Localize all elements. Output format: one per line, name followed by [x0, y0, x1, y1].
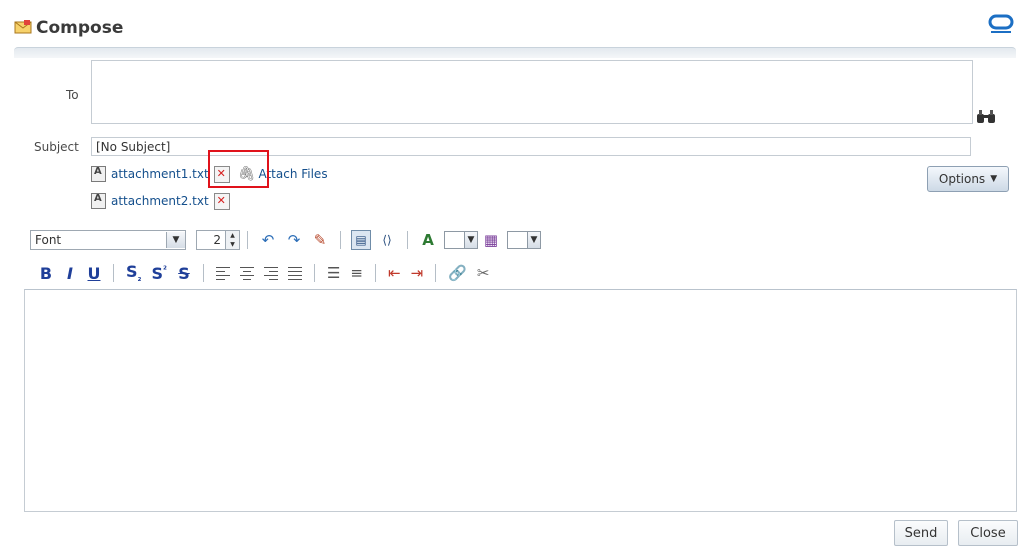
toolbar-separator — [113, 264, 114, 282]
text-color-picker[interactable]: ▼ — [444, 231, 478, 249]
toolbar-separator — [435, 264, 437, 282]
send-label: Send — [904, 525, 938, 541]
close-label: Close — [970, 525, 1006, 541]
link-icon[interactable]: 🔗 — [448, 264, 467, 282]
remove-attachment-icon[interactable] — [213, 192, 230, 210]
toolbar-separator — [340, 231, 341, 249]
to-label: To — [66, 88, 79, 102]
undo-icon[interactable]: ↶ — [258, 230, 278, 250]
subscript-button[interactable]: S₂ — [126, 262, 141, 284]
toolbar-separator — [313, 264, 315, 282]
outdent-icon[interactable]: ⇤ — [388, 264, 401, 282]
subscript-label: S — [126, 261, 138, 281]
clear-formatting-icon[interactable]: ✎ — [310, 230, 330, 250]
subject-label: Subject — [34, 140, 79, 154]
attachment-link[interactable]: attachment2.txt — [111, 194, 209, 208]
rich-text-toolbar-top: Font ▼ 2 ▲ ▼ ↶ ↷ ✎ ▤ ⟨⟩ A ▼ ▦ ▼ — [30, 228, 541, 252]
file-icon — [91, 193, 106, 209]
bulleted-list-icon[interactable]: ☰ — [327, 264, 340, 282]
superscript-2-glyph: ² — [163, 265, 167, 276]
compose-envelope-icon — [14, 19, 32, 38]
subject-value: [No Subject] — [96, 140, 171, 154]
align-justify-icon[interactable] — [287, 266, 302, 280]
source-code-mode-icon[interactable]: ⟨⟩ — [377, 230, 397, 250]
spinner-arrows-icon[interactable]: ▲ ▼ — [225, 231, 239, 249]
background-color-icon[interactable]: ▦ — [481, 230, 501, 250]
send-button[interactable]: Send — [894, 520, 948, 546]
attachment-item: attachment2.txt — [91, 192, 230, 210]
rich-text-toolbar-bottom: B I U S₂ S² S ☰ ≡ ⇤ ⇥ 🔗 ✂ — [34, 262, 494, 284]
font-size-spinner[interactable]: 2 ▲ ▼ — [196, 230, 240, 250]
header-divider — [14, 47, 1016, 58]
strikethrough-button[interactable]: S — [177, 264, 191, 283]
toolbar-separator — [375, 264, 376, 282]
chevron-down-icon[interactable]: ▼ — [166, 232, 185, 248]
underline-button[interactable]: U — [87, 264, 101, 283]
redo-icon[interactable]: ↷ — [284, 230, 304, 250]
bold-button[interactable]: B — [39, 264, 53, 283]
toolbar-separator — [407, 231, 408, 249]
subscript-2-glyph: ₂ — [137, 274, 142, 285]
unlink-icon[interactable]: ✂ — [477, 264, 490, 282]
chevron-down-icon[interactable]: ▼ — [527, 232, 540, 248]
numbered-list-icon[interactable]: ≡ — [350, 264, 363, 282]
superscript-button[interactable]: S² — [151, 264, 166, 283]
rich-text-mode-icon[interactable]: ▤ — [351, 230, 371, 250]
file-icon — [91, 166, 106, 182]
font-select-value: Font — [35, 233, 62, 247]
close-button[interactable]: Close — [958, 520, 1018, 546]
page-title: Compose — [36, 18, 124, 38]
message-body-editor[interactable] — [24, 289, 1017, 512]
oracle-logo-icon — [988, 14, 1014, 37]
italic-button[interactable]: I — [63, 264, 77, 283]
align-right-icon[interactable] — [263, 266, 278, 280]
toolbar-separator — [202, 264, 204, 282]
align-center-icon[interactable] — [239, 266, 254, 280]
chevron-down-icon[interactable]: ▼ — [464, 232, 477, 248]
page-header: Compose — [14, 14, 123, 42]
indent-icon[interactable]: ⇥ — [411, 264, 424, 282]
binoculars-icon[interactable] — [976, 110, 996, 127]
toolbar-separator — [247, 231, 248, 249]
chevron-down-icon: ▼ — [990, 174, 998, 184]
highlight-box — [208, 150, 269, 188]
font-select[interactable]: Font ▼ — [30, 230, 186, 250]
to-field[interactable] — [91, 60, 973, 124]
attachment-link[interactable]: attachment1.txt — [111, 167, 209, 181]
align-left-icon[interactable] — [215, 266, 230, 280]
options-button[interactable]: Options ▼ — [927, 166, 1009, 192]
superscript-label: S — [151, 263, 164, 283]
font-size-value: 2 — [213, 233, 221, 247]
text-color-icon[interactable]: A — [418, 230, 438, 250]
options-label: Options — [938, 172, 986, 186]
background-color-picker[interactable]: ▼ — [507, 231, 541, 249]
